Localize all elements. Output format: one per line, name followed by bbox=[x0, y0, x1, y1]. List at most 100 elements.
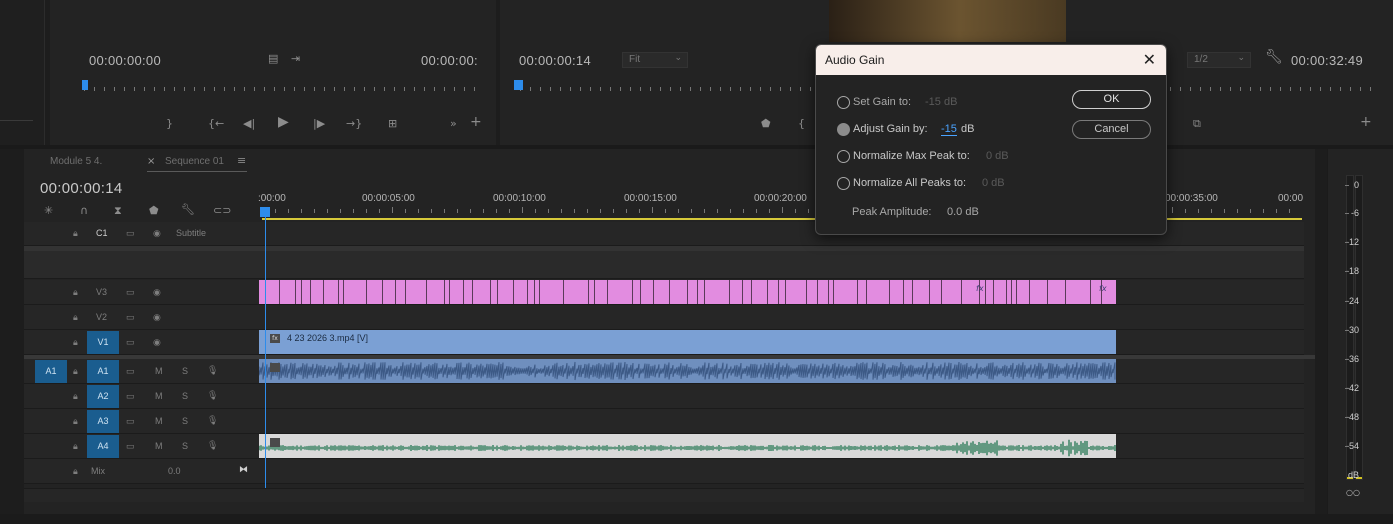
close-icon[interactable]: × bbox=[147, 156, 155, 167]
mute-button[interactable]: M bbox=[155, 416, 163, 426]
lock-icon[interactable]: 🔒︎ bbox=[73, 312, 78, 323]
menu-icon[interactable]: ≡ bbox=[237, 154, 246, 167]
go-to-in-icon[interactable]: {← bbox=[208, 118, 224, 130]
lock-icon[interactable]: 🔒︎ bbox=[73, 441, 78, 452]
v3-clip-strip[interactable] bbox=[259, 280, 1116, 304]
a4-audio-clip[interactable] bbox=[259, 434, 1116, 458]
adjust-gain-radio[interactable] bbox=[837, 123, 850, 136]
set-gain-radio[interactable] bbox=[837, 96, 850, 109]
horizontal-scrollbar[interactable] bbox=[24, 488, 1304, 502]
ruler-tick bbox=[780, 87, 781, 91]
fit-dropdown[interactable]: Fit ⌄ bbox=[622, 52, 688, 68]
ok-button[interactable]: OK bbox=[1072, 90, 1151, 109]
sync-icon[interactable]: ▭ bbox=[126, 312, 135, 323]
track-label-v3[interactable]: V3 bbox=[96, 287, 107, 297]
tab-sequence[interactable]: Sequence 01 bbox=[165, 156, 224, 167]
sync-icon[interactable]: ▭ bbox=[126, 366, 135, 377]
v1-clip[interactable]: fx 4 23 2026 3.mp4 [V] bbox=[259, 330, 1116, 354]
close-icon[interactable]: ✕ bbox=[1143, 50, 1156, 69]
track-label-v2[interactable]: V2 bbox=[96, 312, 107, 322]
mute-button[interactable]: M bbox=[155, 366, 163, 376]
timeline-timecode[interactable]: 00:00:00:14 bbox=[40, 180, 123, 197]
program-timecode[interactable]: 00:00:00:14 bbox=[519, 53, 591, 68]
resolution-dropdown[interactable]: 1/2 ⌄ bbox=[1187, 52, 1251, 68]
insert-icon[interactable]: ⊞ bbox=[388, 118, 397, 130]
settings-frame-icon[interactable]: ▤ bbox=[268, 53, 278, 65]
microphone-icon[interactable]: 🎙︎ bbox=[207, 415, 218, 426]
step-back-icon[interactable]: ◀| bbox=[243, 118, 255, 130]
meter-tick bbox=[1345, 330, 1349, 331]
sync-icon[interactable]: ▭ bbox=[126, 228, 135, 239]
adjust-gain-value[interactable]: -15 bbox=[941, 123, 957, 136]
microphone-icon[interactable]: 🎙︎ bbox=[207, 440, 218, 451]
normalize-all-radio[interactable] bbox=[837, 177, 850, 190]
normalize-all-value[interactable]: 0 dB bbox=[982, 177, 1005, 189]
solo-button[interactable]: S bbox=[182, 416, 188, 426]
wrench-icon[interactable]: 🔧︎ bbox=[1265, 50, 1283, 64]
sync-icon[interactable]: ▭ bbox=[126, 287, 135, 298]
source-timecode-in[interactable]: 00:00:00:00 bbox=[89, 53, 161, 68]
a1-audio-clip[interactable] bbox=[259, 359, 1116, 383]
normalize-max-value[interactable]: 0 dB bbox=[986, 150, 1009, 162]
play-icon[interactable]: ▶ bbox=[278, 115, 289, 129]
cancel-button[interactable]: Cancel bbox=[1072, 120, 1151, 139]
snap-icon[interactable]: ∩ bbox=[80, 205, 88, 217]
program-playhead[interactable] bbox=[514, 80, 523, 90]
mix-value[interactable]: 0.0 bbox=[168, 466, 181, 476]
track-label-c1[interactable]: C1 bbox=[96, 228, 108, 238]
go-to-end-icon[interactable]: ⧓ bbox=[239, 464, 248, 475]
add-marker-icon[interactable]: ⬟ bbox=[149, 205, 159, 217]
source-ruler[interactable] bbox=[84, 87, 484, 93]
solo-left-button[interactable]: ○○ bbox=[1346, 488, 1360, 497]
solo-button[interactable]: S bbox=[182, 441, 188, 451]
lock-icon[interactable]: 🔒︎ bbox=[73, 228, 78, 239]
microphone-icon[interactable]: 🎙︎ bbox=[207, 390, 218, 401]
wrench-icon[interactable]: 🔧︎ bbox=[181, 204, 195, 216]
track-target-a1[interactable]: A1 bbox=[87, 360, 119, 383]
eye-icon[interactable]: ◉ bbox=[153, 287, 161, 298]
track-target-v1[interactable]: V1 bbox=[87, 331, 119, 354]
ruler-tick bbox=[613, 209, 614, 213]
eye-icon[interactable]: ◉ bbox=[153, 337, 161, 348]
add-button-icon[interactable]: + bbox=[470, 115, 482, 129]
insert-clip-icon[interactable]: ⇥ bbox=[291, 53, 300, 65]
linked-selection-icon[interactable]: ⧗ bbox=[114, 205, 122, 217]
mark-out-icon[interactable]: } bbox=[166, 118, 173, 130]
normalize-max-radio[interactable] bbox=[837, 150, 850, 163]
lock-icon[interactable]: 🔒︎ bbox=[73, 391, 78, 402]
mute-button[interactable]: M bbox=[155, 391, 163, 401]
microphone-icon[interactable]: 🎙︎ bbox=[207, 365, 218, 376]
more-controls-icon[interactable]: » bbox=[450, 118, 457, 130]
ruler-tick bbox=[1185, 209, 1186, 213]
lock-icon[interactable]: 🔒︎ bbox=[73, 416, 78, 427]
mute-button[interactable]: M bbox=[155, 441, 163, 451]
source-patch-a1[interactable]: A1 bbox=[35, 360, 67, 383]
sync-icon[interactable]: ▭ bbox=[126, 416, 135, 427]
source-playhead[interactable] bbox=[82, 80, 88, 90]
set-gain-value[interactable]: -15 dB bbox=[925, 96, 957, 108]
lock-icon[interactable]: 🔒︎ bbox=[73, 337, 78, 348]
solo-button[interactable]: S bbox=[182, 391, 188, 401]
sync-icon[interactable]: ▭ bbox=[126, 391, 135, 402]
sync-icon[interactable]: ▭ bbox=[126, 441, 135, 452]
go-to-out-icon[interactable]: →} bbox=[346, 118, 362, 130]
add-button-icon[interactable]: + bbox=[1360, 115, 1372, 129]
solo-button[interactable]: S bbox=[182, 366, 188, 376]
step-forward-icon[interactable]: |▶ bbox=[313, 118, 325, 130]
lock-icon[interactable]: 🔒︎ bbox=[73, 466, 78, 477]
marker-icon[interactable]: ⬟ bbox=[761, 118, 771, 130]
lock-icon[interactable]: 🔒︎ bbox=[73, 287, 78, 298]
eye-icon[interactable]: ◉ bbox=[153, 312, 161, 323]
timeline-playhead-line[interactable] bbox=[265, 215, 266, 488]
export-frame-icon[interactable]: ⧉ bbox=[1193, 118, 1201, 130]
track-target-a3[interactable]: A3 bbox=[87, 410, 119, 433]
tab-module[interactable]: Module 5 4. bbox=[50, 156, 102, 167]
sync-icon[interactable]: ▭ bbox=[126, 337, 135, 348]
captions-icon[interactable]: ⊂⊃ bbox=[213, 205, 231, 217]
eye-icon[interactable]: ◉ bbox=[153, 228, 161, 239]
lock-icon[interactable]: 🔒︎ bbox=[73, 366, 78, 377]
nest-icon[interactable]: ✳︎ bbox=[44, 205, 53, 217]
mark-in-icon[interactable]: { bbox=[798, 118, 805, 130]
track-target-a4[interactable]: A4 bbox=[87, 435, 119, 458]
track-target-a2[interactable]: A2 bbox=[87, 385, 119, 408]
